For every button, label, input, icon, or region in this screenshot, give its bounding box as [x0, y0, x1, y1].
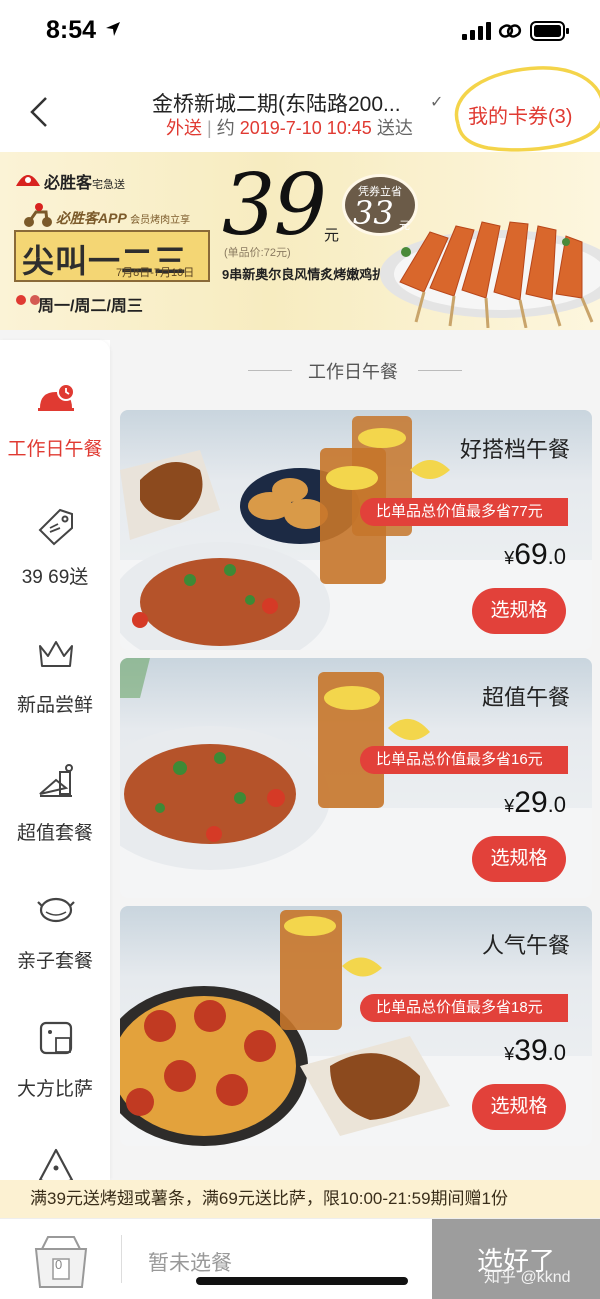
price-integer: 69: [514, 538, 548, 571]
pizza-hut-logo-icon: [16, 175, 40, 186]
checkmark-icon: ✓: [430, 94, 444, 111]
home-indicator[interactable]: [196, 1277, 408, 1285]
currency: ¥: [504, 1044, 515, 1064]
no-selection-text: 暂未选餐: [148, 1252, 232, 1275]
bottom-divider: [121, 1235, 122, 1283]
card-title: 人气午餐: [481, 933, 570, 958]
price-decimal: .0: [547, 1040, 566, 1065]
currency: ¥: [504, 548, 515, 568]
watermark: 知乎 @kknd: [484, 1269, 571, 1286]
event-days: 周一/周二/周三: [38, 298, 143, 315]
delivery-mode[interactable]: 外送: [166, 118, 202, 138]
promo-bar: 满39元送烤翅或薯条，满69元送比萨，限10:00-21:59期间赠1份: [0, 1180, 600, 1218]
status-time: 8:54: [46, 16, 97, 44]
meal-card[interactable]: 好搭档午餐 比单品总价值最多省77元 ¥69.0 选规格: [120, 410, 592, 650]
meal-set-icon: [39, 764, 73, 797]
done-button[interactable]: 选好了 知乎 @kknd: [432, 1219, 600, 1299]
price-integer: 29: [514, 786, 548, 819]
pot-icon: [37, 897, 75, 923]
brand-title: 必胜客: [44, 175, 93, 192]
price-integer: 39: [514, 1034, 548, 1067]
card-title: 好搭档午餐: [459, 437, 570, 462]
carousel-dot[interactable]: [16, 295, 26, 305]
banner-product-name: 9串新奥尔良风情炙烤嫩鸡扒: [222, 267, 386, 282]
select-spec-button[interactable]: 选规格: [472, 836, 566, 882]
category-sidebar: 工作日午餐 39 69送 新品尝鲜 超值套餐 亲子套餐 大方比萨: [0, 340, 110, 1185]
event-dates: 7月8日-7月10日: [116, 267, 195, 279]
price-decimal: .0: [547, 792, 566, 817]
back-arrow-icon[interactable]: [24, 90, 58, 134]
saving-tag: 比单品总价值最多省18元: [360, 994, 568, 1022]
square-pizza-icon: [39, 1021, 73, 1055]
section-divider: [418, 370, 462, 371]
battery-icon: [530, 21, 569, 41]
app-promo-sub: 会员烤肉立享: [130, 215, 191, 226]
sidebar-item-weekday-lunch[interactable]: 工作日午餐: [0, 360, 110, 488]
crown-icon: [39, 641, 73, 667]
header: 金桥新城二期(东陆路200... ✓ 外送 | 约 2019-7-10 10:45 …: [0, 62, 600, 152]
divider: |: [207, 118, 212, 138]
sidebar-item-label: 超值套餐: [16, 823, 93, 844]
meal-card[interactable]: 超值午餐 比单品总价值最多省16元 ¥29.0 选规格: [120, 658, 592, 898]
price-tag-icon: [38, 508, 73, 546]
lunch-bell-icon: [38, 383, 75, 411]
delivery-scooter-icon: [24, 203, 52, 227]
card-price: ¥29.0: [504, 786, 566, 820]
eta-suffix: 送达: [376, 118, 413, 138]
brand-name: 必胜客宅急送: [44, 169, 125, 193]
my-coupons-link[interactable]: 我的卡券(3): [468, 100, 572, 129]
app-promo: 必胜客APP 会员烤肉立享: [56, 208, 190, 228]
meal-card[interactable]: 人气午餐 比单品总价值最多省18元 ¥39.0 选规格: [120, 906, 592, 1146]
chicken-skewers-image: [380, 221, 600, 328]
sidebar-item-label: 亲子套餐: [16, 951, 93, 972]
saving-tag: 比单品总价值最多省16元: [360, 746, 568, 774]
sidebar-item-39-69[interactable]: 39 69送: [0, 488, 110, 616]
card-title: 超值午餐: [481, 685, 570, 710]
single-price: (单品价:72元): [224, 247, 291, 259]
eta-time[interactable]: 2019-7-10 10:45: [240, 118, 372, 138]
card-price: ¥69.0: [504, 538, 566, 572]
promo-banner[interactable]: 必胜客宅急送 必胜客APP 会员烤肉立享 尖叫一二三 7月8日-7月10日 周一…: [0, 152, 600, 330]
currency: ¥: [504, 796, 515, 816]
cart-count: 0: [55, 1257, 63, 1272]
app-promo-title: 必胜客APP: [56, 210, 127, 226]
section-title: 工作日午餐: [308, 362, 398, 382]
status-bar: 8:54: [0, 0, 600, 62]
sidebar-item-value-set[interactable]: 超值套餐: [0, 744, 110, 872]
event-box: 尖叫一二三 7月8日-7月10日: [14, 230, 210, 282]
sidebar-item-label: 39 69送: [21, 567, 89, 588]
price-decimal: .0: [547, 544, 566, 569]
brand-sub: 宅急送: [92, 179, 126, 191]
card-price: ¥39.0: [504, 1034, 566, 1068]
sidebar-item-label: 工作日午餐: [7, 439, 103, 460]
sidebar-item-label: 大方比萨: [16, 1079, 93, 1100]
location-arrow-icon: [106, 22, 120, 36]
select-spec-button[interactable]: 选规格: [472, 1084, 566, 1130]
select-spec-button[interactable]: 选规格: [472, 588, 566, 634]
eta-prefix: 约: [216, 118, 235, 138]
sidebar-item-big-pizza[interactable]: 大方比萨: [0, 1000, 110, 1128]
bottom-bar: 0 暂未选餐 选好了 知乎 @kknd: [0, 1218, 600, 1299]
link-icon: [498, 24, 522, 38]
delivery-info: 外送 | 约 2019-7-10 10:45 送达: [166, 114, 413, 140]
sidebar-item-label: 新品尝鲜: [16, 695, 93, 716]
sidebar-item-new[interactable]: 新品尝鲜: [0, 616, 110, 744]
banner-price: 39: [222, 156, 327, 254]
cellular-signal-icon: [462, 22, 491, 40]
saving-tag: 比单品总价值最多省77元: [360, 498, 568, 526]
sidebar-item-family-set[interactable]: 亲子套餐: [0, 872, 110, 1000]
section-divider: [248, 370, 292, 371]
banner-price-unit: 元: [324, 227, 340, 244]
